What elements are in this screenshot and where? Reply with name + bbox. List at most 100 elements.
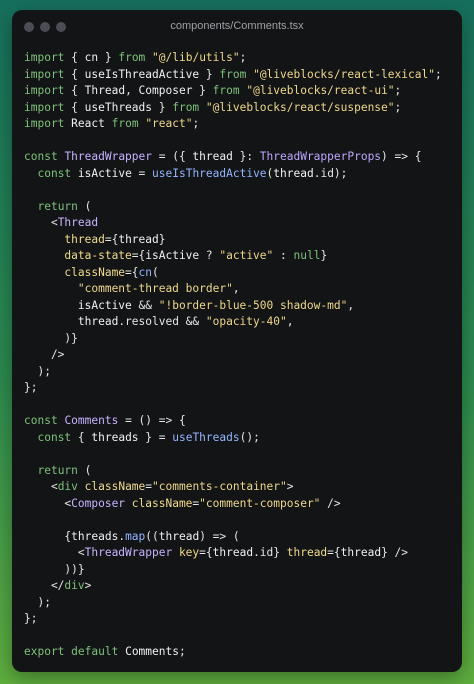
code-line: className={cn( — [24, 265, 454, 282]
code-token: "@/lib/utils" — [152, 51, 240, 64]
code-token: )} — [24, 331, 78, 345]
code-token: ={ — [199, 546, 213, 559]
code-token: { — [24, 529, 72, 543]
code-token: "@liveblocks/react-ui" — [246, 84, 395, 97]
code-token: div — [64, 579, 85, 592]
code-line: const { threads } = useThreads(); — [24, 430, 454, 447]
code-token: ( — [77, 463, 92, 477]
code-token: const — [37, 430, 72, 444]
code-line: thread.resolved && "opacity-40", — [24, 314, 454, 331]
code-token: = ({ — [152, 150, 193, 163]
code-token: thread — [286, 546, 328, 559]
code-line: /> — [24, 347, 454, 364]
code-token: ; — [394, 100, 402, 114]
code-token: threads — [91, 430, 139, 444]
code-token: ThreadWrapperProps — [259, 150, 382, 163]
title-bar: components/Comments.tsx — [12, 10, 462, 44]
file-title: components/Comments.tsx — [170, 20, 304, 32]
code-token: } = — [138, 430, 173, 444]
code-token: React — [71, 117, 105, 130]
code-token: } — [199, 67, 220, 81]
code-token: /> — [24, 348, 65, 361]
code-token: ; — [434, 67, 442, 81]
code-token: return — [37, 199, 78, 213]
code-token: useIsThreadActive — [84, 67, 200, 81]
code-line: <Composer className="comment-composer" /… — [24, 496, 454, 513]
code-token: "@liveblocks/react-lexical" — [253, 67, 435, 81]
code-token: ); — [24, 595, 51, 609]
code-token: ) => ( — [199, 529, 240, 543]
code-line: )} — [24, 331, 454, 348]
code-token: "comment-thread border" — [77, 282, 233, 295]
code-token: threads — [71, 529, 119, 543]
code-token: ); — [24, 364, 51, 378]
code-token: import — [24, 117, 65, 130]
editor-window: components/Comments.tsx import { cn } fr… — [12, 10, 462, 672]
code-token: useThreads — [84, 100, 152, 114]
code-line: isActive && "!border-blue-500 shadow-md"… — [24, 298, 454, 315]
code-token: ( — [77, 199, 92, 213]
code-token: ; — [394, 84, 402, 97]
code-token: && — [131, 298, 159, 312]
code-line: const ThreadWrapper = ({ thread }: Threa… — [24, 149, 454, 166]
code-token: /> — [320, 496, 341, 510]
code-line: <ThreadWrapper key={thread.id} thread={t… — [24, 545, 454, 562]
code-line: import { useThreads } from "@liveblocks/… — [24, 100, 454, 117]
code-line: </div> — [24, 578, 454, 595]
code-token: (( — [145, 529, 159, 543]
code-token: = () => { — [118, 414, 186, 427]
code-token: const — [24, 414, 58, 427]
code-token: ={ — [125, 265, 139, 279]
code-token: }; — [24, 381, 38, 394]
code-token: import — [24, 84, 65, 97]
code-token: "@liveblocks/react/suspense" — [205, 100, 395, 114]
code-token: : — [273, 249, 294, 262]
code-token: "react" — [145, 117, 193, 130]
code-token: from — [219, 67, 247, 81]
code-token: (); — [239, 430, 260, 444]
code-token: key — [178, 546, 200, 559]
code-block[interactable]: import { cn } from "@/lib/utils"; import … — [24, 50, 454, 661]
code-token: className — [131, 496, 193, 510]
code-token: }; — [24, 612, 38, 625]
code-token: div — [57, 480, 78, 493]
code-token: thread — [212, 546, 254, 559]
code-line: }; — [24, 611, 454, 628]
code-token: } — [152, 100, 173, 114]
code-token: cn — [138, 265, 153, 279]
code-token: isActive — [77, 298, 132, 312]
code-token: , — [125, 84, 139, 97]
code-token: ? — [199, 249, 220, 262]
code-token: Thread — [84, 84, 126, 97]
code-token: export — [24, 645, 65, 658]
code-token: ThreadWrapper — [84, 546, 173, 559]
code-token: import — [24, 51, 65, 64]
code-token: ) => { — [381, 150, 422, 163]
code-token: "!border-blue-500 shadow-md" — [158, 298, 348, 312]
code-token: { — [64, 84, 85, 97]
code-line: import { cn } from "@/lib/utils"; — [24, 50, 454, 67]
code-line: ); — [24, 364, 454, 381]
code-token: { — [64, 100, 85, 114]
code-token: ))} — [24, 562, 85, 576]
code-token: } — [98, 51, 119, 64]
code-token: const — [24, 150, 58, 163]
code-line: return ( — [24, 199, 454, 216]
code-token: map — [125, 529, 146, 543]
code-token: </ — [24, 579, 65, 592]
code-token: ; — [178, 645, 186, 658]
code-token: thread — [77, 315, 119, 328]
code-token: "comments-container" — [152, 480, 287, 493]
code-token: import — [24, 67, 65, 81]
